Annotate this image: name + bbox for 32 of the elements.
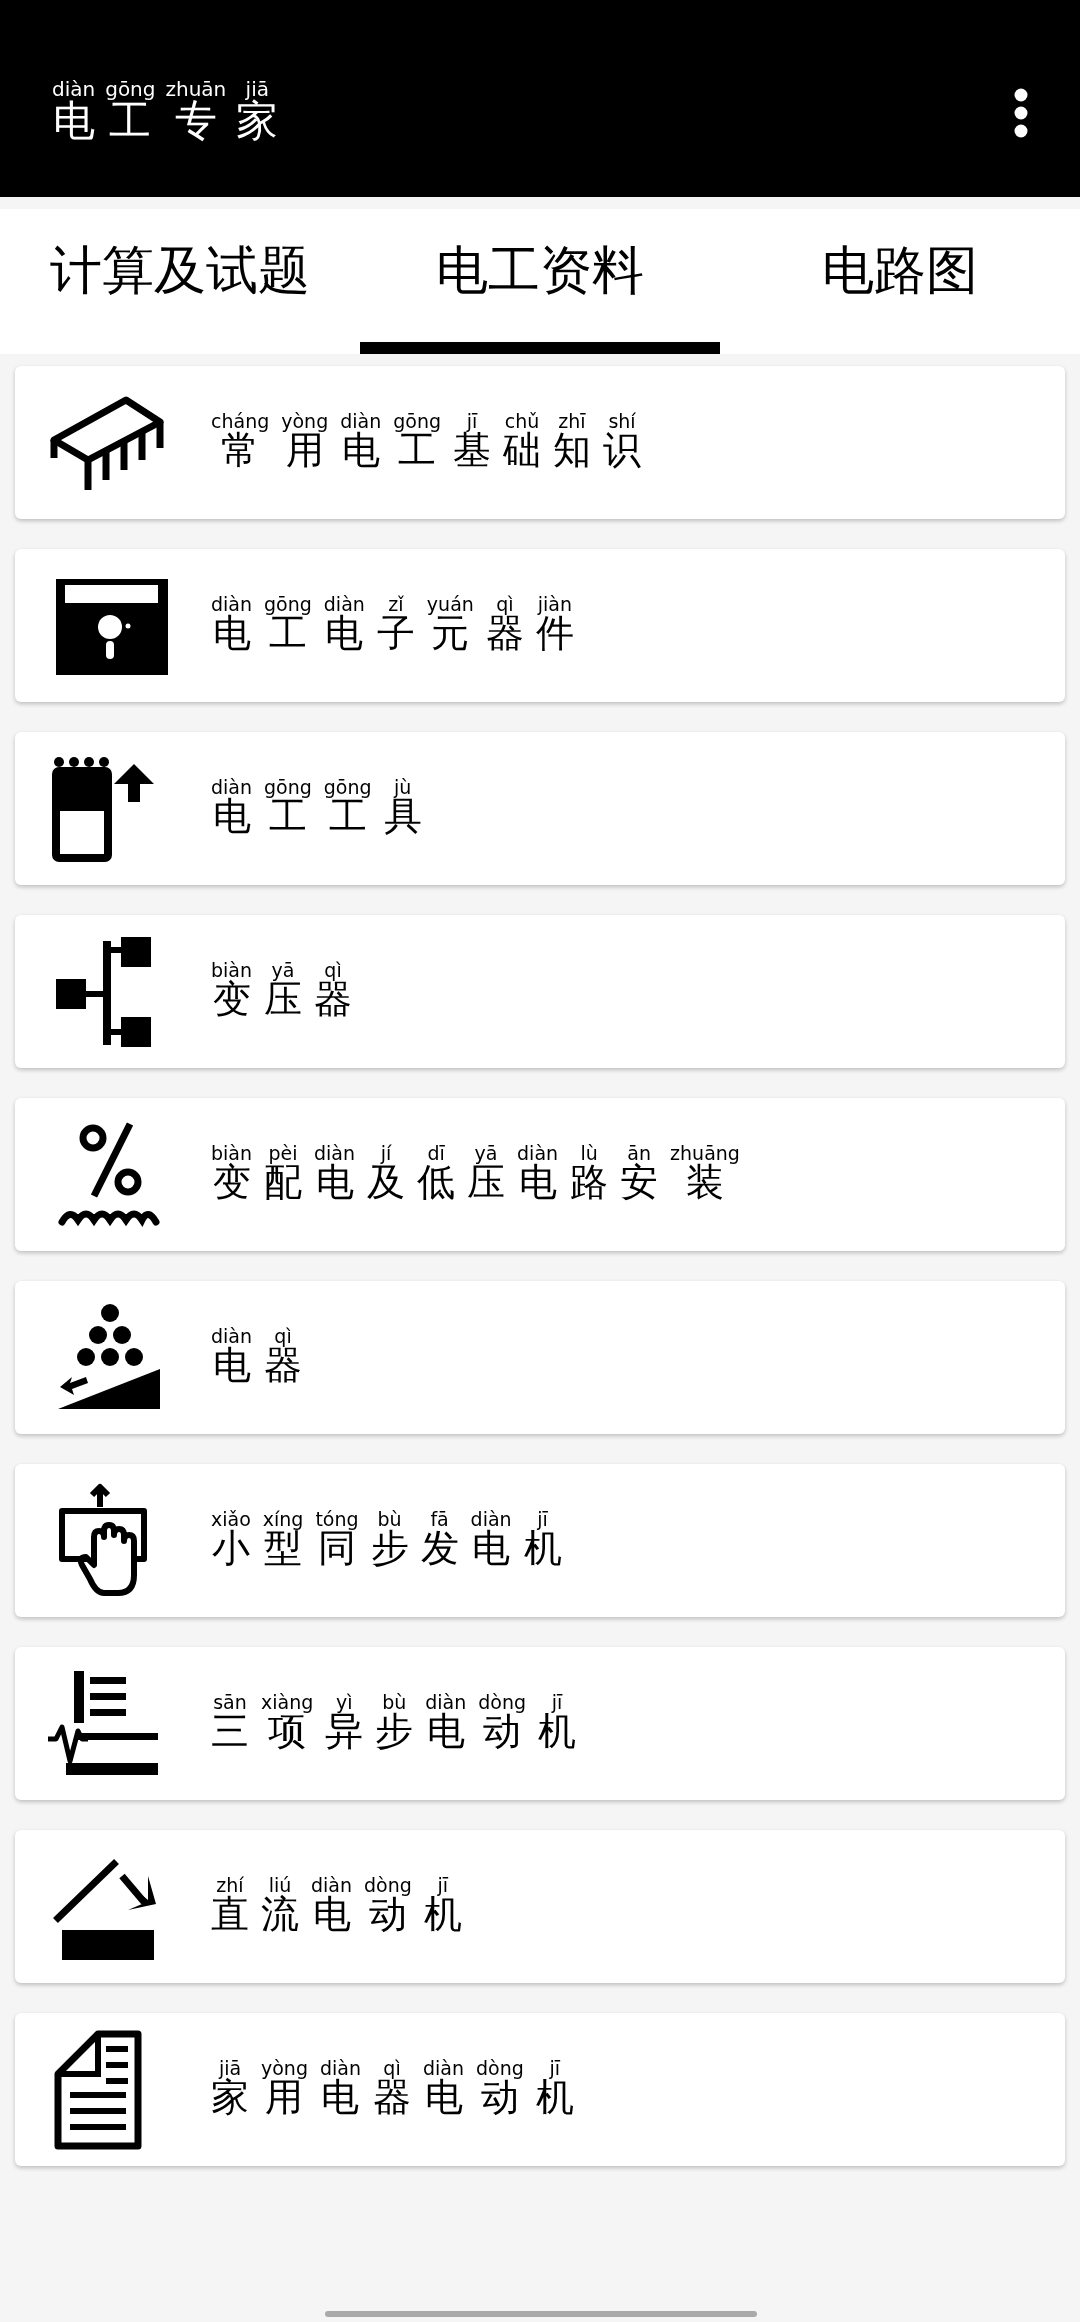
item-title: 常 cháng 用 yòng 电 diàn 工 gōng 基 jī 础 chǔ 知 zhī 识 shí: [211, 413, 642, 472]
list-item-card[interactable]: 小 xiǎo 型 xíng 同 tóng 步 bù 发 fā 电 diàn 机 jī: [15, 1464, 1065, 1617]
balls-slope-icon: [58, 1303, 160, 1409]
document-icon: [54, 2030, 142, 2149]
slash-arrow-icon: [54, 1860, 156, 1960]
item-title: 家 jiā 用 yòng 电 diàn 器 qì 电 diàn 动 dòng 机 jī: [211, 2060, 575, 2119]
gesture-handle[interactable]: [325, 2311, 757, 2317]
chip-icon: [50, 396, 164, 493]
list-item-card[interactable]: 电 diàn 器 qì: [15, 1281, 1065, 1434]
list-item-card[interactable]: 直 zhí 流 liú 电 diàn 动 dòng 机 jī: [15, 1830, 1065, 1983]
list-item-card[interactable]: 变 biàn 压 yā 器 qì: [15, 915, 1065, 1068]
item-title: 电 diàn 工 gōng 工 gōng 具 jù: [211, 779, 423, 838]
item-title: 变 biàn 压 yā 器 qì: [211, 962, 354, 1021]
list-item-card[interactable]: 常 cháng 用 yòng 电 diàn 工 gōng 基 jī 础 chǔ 知 zhī 识 shí: [15, 366, 1065, 519]
list-item-card[interactable]: 三 sān 项 xiàng 异 yì 步 bù 电 diàn 动 dòng 机 jī: [15, 1647, 1065, 1800]
list-item-card[interactable]: 家 jiā 用 yòng 电 diàn 器 qì 电 diàn 动 dòng 机 jī: [15, 2013, 1065, 2166]
item-title: 直 zhí 流 liú 电 diàn 动 dòng 机 jī: [211, 1877, 463, 1936]
pulse-lines-icon: [48, 1670, 158, 1775]
list-item-card[interactable]: 电 diàn 工 gōng 电 diàn 子 zǐ 元 yuán 器 qì 件 jiàn: [15, 549, 1065, 702]
item-title: 电 diàn 工 gōng 电 diàn 子 zǐ 元 yuán 器 qì 件 jiàn: [211, 596, 575, 655]
percent-water-icon: [58, 1121, 160, 1225]
hand-frame-icon: [59, 1483, 147, 1596]
item-title: 电 diàn 器 qì: [211, 1328, 304, 1387]
app-title: 电 diàn 工 gōng 专 zhuān 家 jiā: [52, 80, 280, 145]
item-title: 小 xiǎo 型 xíng 同 tóng 步 bù 发 fā 电 diàn 机 jī: [211, 1511, 563, 1570]
item-title: 变 biàn 配 pèi 电 diàn 及 jí 低 dī 压 yā 电 diàn 路 lù 安 ān 装 zhuāng: [211, 1145, 741, 1204]
item-title: 三 sān 项 xiàng 异 yì 步 bù 电 diàn 动 dòng 机 jī: [211, 1694, 578, 1753]
hierarchy-icon: [56, 936, 151, 1047]
list-item-card[interactable]: 电 diàn 工 gōng 工 gōng 具 jù: [15, 732, 1065, 885]
list-item-card[interactable]: 变 biàn 配 pèi 电 diàn 及 jí 低 dī 压 yā 电 diàn 路 lù 安 ān 装 zhuāng: [15, 1098, 1065, 1251]
more-menu-icon[interactable]: [1014, 87, 1028, 138]
container-arrow-icon: [52, 756, 154, 862]
